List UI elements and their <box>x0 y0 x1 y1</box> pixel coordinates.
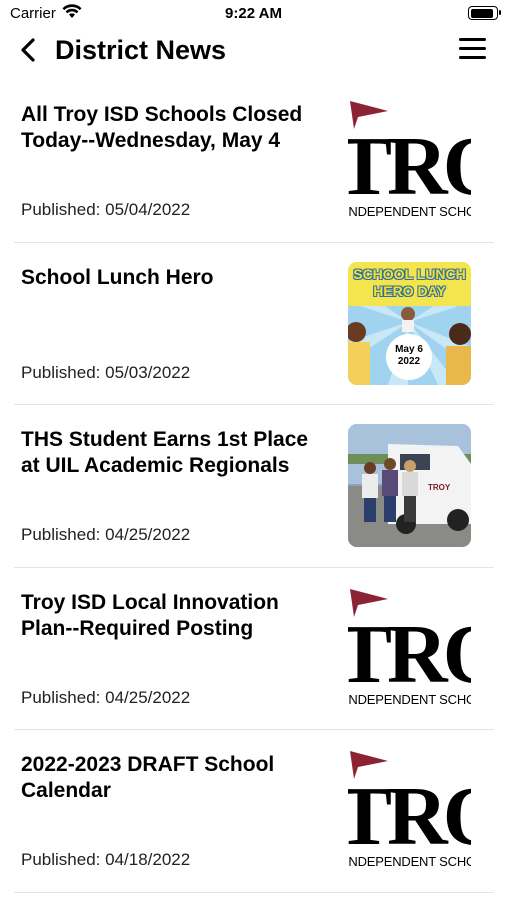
logo-letters: TRO <box>348 770 471 863</box>
logo-letters: TRO <box>348 607 471 701</box>
students-photo-thumbnail: TROY <box>348 424 471 547</box>
troy-isd-logo-thumbnail: TRO INDEPENDENT SCHOOL <box>348 749 471 872</box>
svg-text:TROY: TROY <box>428 483 451 492</box>
news-item[interactable]: School Lunch Hero Published: 05/03/2022 … <box>14 243 494 405</box>
navigation-bar: District News <box>0 28 507 72</box>
news-item[interactable]: THS Student Earns 1st Place at UIL Acade… <box>14 405 494 568</box>
menu-button[interactable] <box>459 38 487 60</box>
news-list: All Troy ISD Schools Closed Today--Wedne… <box>14 80 494 893</box>
logo-subtitle: INDEPENDENT SCHOOL <box>348 854 471 869</box>
hamburger-menu-icon <box>459 38 486 41</box>
clock: 9:22 AM <box>225 5 282 22</box>
news-title: Troy ISD Local Innovation Plan--Required… <box>21 590 279 640</box>
page-title: District News <box>55 35 227 65</box>
troy-isd-logo-thumbnail: TRO INDEPENDENT SCHOOL <box>348 99 471 222</box>
lunch-heading: SCHOOL LUNCH HERO DAY <box>353 265 466 299</box>
news-date: Published: 04/25/2022 <box>21 687 191 707</box>
logo-subtitle: INDEPENDENT SCHOOL <box>348 204 471 219</box>
battery-icon <box>468 6 501 20</box>
news-title: THS Student Earns 1st Place at UIL Acade… <box>21 428 309 477</box>
news-item[interactable]: Troy ISD Local Innovation Plan--Required… <box>14 568 494 730</box>
news-date: Published: 04/18/2022 <box>21 850 191 869</box>
news-date: Published: 05/03/2022 <box>21 362 191 382</box>
news-date: Published: 04/25/2022 <box>21 525 191 544</box>
news-title: 2022-2023 DRAFT School Calendar <box>21 753 275 802</box>
logo-subtitle: INDEPENDENT SCHOOL <box>348 691 471 707</box>
news-item[interactable]: All Troy ISD Schools Closed Today--Wedne… <box>14 80 494 243</box>
back-button[interactable] <box>20 36 48 64</box>
logo-letters: TRO <box>348 120 471 213</box>
lunch-date-badge: May 6 2022 <box>386 333 432 380</box>
lunch-hero-thumbnail: SCHOOL LUNCH HERO DAY May 6 2022 <box>348 261 471 385</box>
status-bar: Carrier 9:22 AM <box>0 0 507 30</box>
chevron-left-icon <box>21 38 35 62</box>
students-truck-photo: TROY <box>348 424 471 547</box>
news-item[interactable]: 2022-2023 DRAFT School Calendar Publishe… <box>14 730 494 893</box>
news-title: School Lunch Hero <box>21 265 214 289</box>
troy-isd-logo-thumbnail: TRO INDEPENDENT SCHOOL <box>348 587 471 710</box>
news-date: Published: 05/04/2022 <box>21 200 191 219</box>
news-title: All Troy ISD Schools Closed Today--Wedne… <box>21 103 303 152</box>
